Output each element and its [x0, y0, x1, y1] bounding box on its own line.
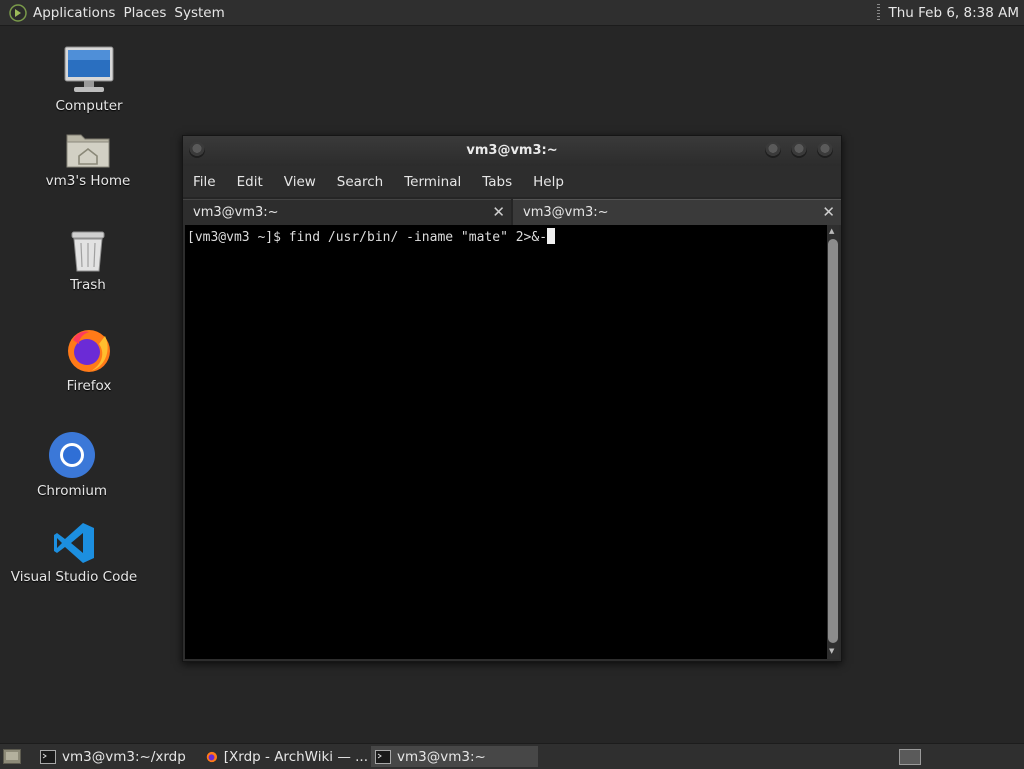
desktop-icon-firefox[interactable]: Firefox	[59, 326, 119, 394]
window-title: vm3@vm3:~	[466, 143, 558, 158]
desktop-icon-label: Firefox	[66, 378, 112, 394]
menu-terminal[interactable]: Terminal	[394, 174, 472, 190]
desktop-icon-computer[interactable]: Computer	[53, 46, 125, 114]
menu-view[interactable]: View	[274, 174, 327, 190]
text-cursor	[547, 228, 556, 244]
terminal-icon	[375, 749, 391, 764]
menu-edit[interactable]: Edit	[227, 174, 274, 190]
panel-handle	[877, 4, 881, 21]
menu-search[interactable]: Search	[327, 174, 394, 190]
bottom-panel: vm3@vm3:~/xrdp [Xrdp - ArchWiki — ... vm…	[0, 743, 1024, 769]
top-panel-right: Thu Feb 6, 8:38 AM	[877, 0, 1024, 25]
command-text: [vm3@vm3 ~]$ find /usr/bin/ -iname "mate…	[187, 230, 548, 245]
firefox-icon	[68, 330, 110, 372]
chromium-icon	[49, 432, 95, 478]
window-titlebar[interactable]: vm3@vm3:~	[183, 136, 841, 166]
desktop-icon-label: Visual Studio Code	[10, 569, 138, 585]
terminal-tabbar: vm3@vm3:~ ✕ vm3@vm3:~ ✕	[183, 197, 841, 225]
trash-icon	[71, 231, 105, 272]
taskbar-item[interactable]: [Xrdp - ArchWiki — ...	[202, 746, 368, 767]
desktop-icon-home[interactable]: vm3's Home	[44, 129, 132, 189]
tab-2[interactable]: vm3@vm3:~ ✕	[513, 199, 841, 225]
terminal-menubar: File Edit View Search Terminal Tabs Help	[183, 168, 841, 196]
scrollbar-thumb[interactable]	[828, 239, 838, 643]
minimize-button[interactable]	[765, 142, 781, 158]
terminal-output[interactable]: [vm3@vm3 ~]$ find /usr/bin/ -iname "mate…	[185, 225, 827, 659]
places-menu[interactable]: Places	[123, 5, 174, 21]
firefox-icon	[206, 751, 218, 762]
scroll-down-icon[interactable]: ▼	[829, 647, 834, 655]
desktop-icon-label: Computer	[55, 98, 123, 114]
command-line: [vm3@vm3 ~]$ find /usr/bin/ -iname "mate…	[187, 228, 556, 245]
taskbar-item-label: [Xrdp - ArchWiki — ...	[223, 748, 368, 765]
vscode-icon	[54, 523, 94, 563]
tab-label: vm3@vm3:~	[193, 205, 279, 220]
desktop-icon-label: Chromium	[36, 483, 108, 499]
clock[interactable]: Thu Feb 6, 8:38 AM	[888, 5, 1019, 21]
taskbar-item-label: vm3@vm3:~/xrdp	[62, 748, 186, 765]
terminal-scrollbar[interactable]: ▲ ▼	[827, 225, 839, 659]
tab-1[interactable]: vm3@vm3:~ ✕	[183, 199, 511, 225]
taskbar-item-label: vm3@vm3:~	[397, 748, 486, 765]
show-desktop-icon[interactable]	[3, 749, 21, 764]
scroll-up-icon[interactable]: ▲	[829, 227, 834, 235]
taskbar-item[interactable]: vm3@vm3:~/xrdp	[36, 746, 196, 767]
computer-icon	[64, 46, 114, 92]
desktop-icon-trash[interactable]: Trash	[58, 229, 118, 293]
terminal-window: vm3@vm3:~ File Edit View Search Terminal…	[182, 135, 842, 662]
menu-file[interactable]: File	[183, 174, 227, 190]
menu-help[interactable]: Help	[523, 174, 575, 190]
desktop-icon-vscode[interactable]: Visual Studio Code	[11, 521, 137, 585]
maximize-button[interactable]	[791, 142, 807, 158]
desktop-icon-label: Trash	[70, 277, 106, 293]
close-tab-icon[interactable]: ✕	[492, 203, 505, 221]
home-folder-icon	[66, 134, 110, 168]
menu-tabs[interactable]: Tabs	[472, 174, 523, 190]
applications-menu[interactable]: Applications	[33, 5, 123, 21]
tab-label: vm3@vm3:~	[523, 205, 609, 220]
close-window-button[interactable]	[817, 142, 833, 158]
top-panel: Applications Places System Thu Feb 6, 8:…	[0, 0, 1024, 26]
desktop-icon-label: vm3's Home	[45, 173, 131, 189]
workspace-switcher[interactable]	[899, 749, 921, 765]
mate-logo-icon[interactable]	[9, 3, 27, 22]
desktop-icon-chromium[interactable]: Chromium	[36, 431, 108, 499]
taskbar-item-active[interactable]: vm3@vm3:~	[371, 746, 538, 767]
system-menu[interactable]: System	[174, 5, 232, 21]
close-tab-icon[interactable]: ✕	[822, 203, 835, 221]
terminal-icon	[40, 749, 56, 764]
